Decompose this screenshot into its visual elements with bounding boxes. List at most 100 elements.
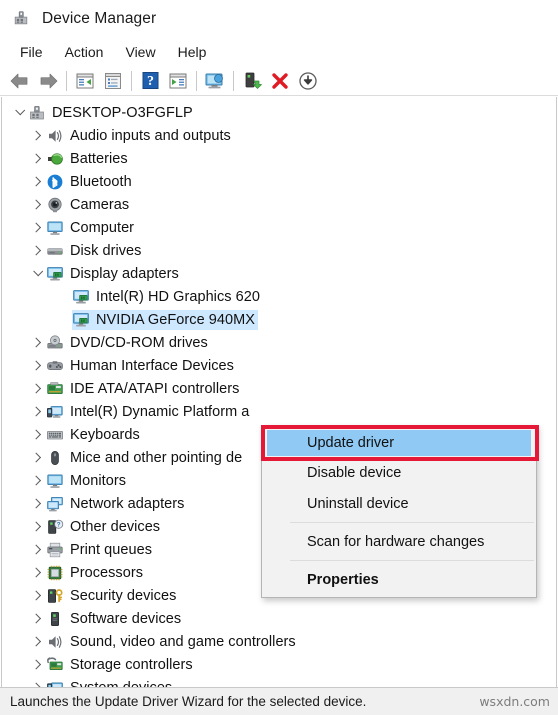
display-adapter-icon: [46, 265, 64, 283]
chevron-right-icon[interactable]: [28, 193, 46, 216]
tree-item[interactable]: System devices: [2, 676, 556, 687]
chevron-right-icon[interactable]: [28, 423, 46, 446]
disable-device-icon[interactable]: [294, 68, 322, 94]
tree-item-selected[interactable]: NVIDIA GeForce 940MX: [2, 308, 556, 331]
chevron-right-icon[interactable]: [28, 653, 46, 676]
chevron-right-icon[interactable]: [28, 377, 46, 400]
monitor-icon: [46, 472, 64, 490]
storage-controller-icon: [46, 656, 64, 674]
tree-item-label: System devices: [70, 680, 172, 688]
tree-item[interactable]: Intel(R) Dynamic Platform a: [2, 400, 556, 423]
computer-root-icon: [28, 104, 46, 122]
device-tree-panel[interactable]: DESKTOP-O3FGFLP Audio inputs and outputs B…: [1, 97, 557, 687]
chevron-right-icon[interactable]: [28, 331, 46, 354]
tree-item[interactable]: Display adapters: [2, 262, 556, 285]
chevron-down-icon[interactable]: [10, 101, 28, 124]
help-icon[interactable]: ?: [136, 68, 164, 94]
show-hide-action-pane-icon[interactable]: [164, 68, 192, 94]
chevron-right-icon[interactable]: [28, 630, 46, 653]
chevron-right-icon[interactable]: [28, 538, 46, 561]
menu-view[interactable]: View: [114, 42, 166, 62]
chevron-right-icon[interactable]: [28, 446, 46, 469]
window-title: Device Manager: [42, 10, 157, 27]
properties-icon[interactable]: [99, 68, 127, 94]
show-hide-console-tree-icon[interactable]: [71, 68, 99, 94]
tree-item[interactable]: DVD/CD-ROM drives: [2, 331, 556, 354]
scan-hardware-changes-icon[interactable]: [201, 68, 229, 94]
tree-item-label: NVIDIA GeForce 940MX: [96, 311, 255, 328]
tree-item[interactable]: Disk drives: [2, 239, 556, 262]
tree-item[interactable]: Sound, video and game controllers: [2, 630, 556, 653]
network-adapter-icon: [46, 495, 64, 513]
update-driver-icon[interactable]: [238, 68, 266, 94]
speaker-icon: [46, 633, 64, 651]
tree-item[interactable]: DESKTOP-O3FGFLP: [2, 101, 556, 124]
unknown-device-icon: ?: [46, 518, 64, 536]
tree-item[interactable]: Software devices: [2, 607, 556, 630]
context-menu-item-disable-device[interactable]: Disable device: [262, 457, 536, 488]
chevron-right-icon[interactable]: [28, 584, 46, 607]
tree-item[interactable]: Storage controllers: [2, 653, 556, 676]
hid-icon: [46, 357, 64, 375]
chevron-right-icon[interactable]: [28, 239, 46, 262]
menu-action[interactable]: Action: [54, 42, 115, 62]
menu-file[interactable]: File: [9, 42, 54, 62]
display-adapter-icon: [72, 288, 90, 306]
forward-arrow-icon[interactable]: [34, 68, 62, 94]
tree-item-content: Security devices: [46, 586, 179, 606]
chevron-right-icon[interactable]: [28, 607, 46, 630]
chevron-right-icon[interactable]: [28, 354, 46, 377]
battery-icon: [46, 150, 64, 168]
bluetooth-icon: [46, 173, 64, 191]
tree-item[interactable]: Human Interface Devices: [2, 354, 556, 377]
context-menu-item-properties[interactable]: Properties: [262, 564, 536, 595]
chevron-right-icon[interactable]: [28, 676, 46, 687]
device-context-menu[interactable]: Update driver Disable device Uninstall dev…: [261, 425, 539, 598]
processor-icon: [46, 564, 64, 582]
tree-item[interactable]: Cameras: [2, 193, 556, 216]
tree-item-content: DVD/CD-ROM drives: [46, 333, 211, 353]
title-bar: Device Manager: [0, 0, 558, 38]
tree-item-content: Print queues: [46, 540, 155, 560]
disk-drive-icon: [46, 242, 64, 260]
tree-item-label: DESKTOP-O3FGFLP: [52, 104, 193, 121]
tree-item[interactable]: Batteries: [2, 147, 556, 170]
tree-item-content: Audio inputs and outputs: [46, 126, 234, 146]
chevron-right-icon[interactable]: [28, 400, 46, 423]
svg-text:?: ?: [147, 74, 154, 89]
chevron-right-icon[interactable]: [28, 170, 46, 193]
tree-item[interactable]: Bluetooth: [2, 170, 556, 193]
tree-item-label: Storage controllers: [70, 656, 193, 673]
chevron-right-icon[interactable]: [28, 216, 46, 239]
chevron-right-icon[interactable]: [28, 492, 46, 515]
tree-item[interactable]: Computer: [2, 216, 556, 239]
menu-help[interactable]: Help: [167, 42, 218, 62]
back-arrow-icon[interactable]: [6, 68, 34, 94]
tree-item-label: Cameras: [70, 196, 130, 213]
watermark: wsxdn.com: [479, 694, 550, 709]
chevron-right-icon[interactable]: [28, 147, 46, 170]
uninstall-device-icon[interactable]: [266, 68, 294, 94]
speaker-icon: [46, 127, 64, 145]
svg-text:?: ?: [57, 521, 61, 528]
chevron-right-icon[interactable]: [28, 124, 46, 147]
tree-item[interactable]: Intel(R) HD Graphics 620: [2, 285, 556, 308]
tree-item[interactable]: IDE ATA/ATAPI controllers: [2, 377, 556, 400]
toolbar: ?: [0, 66, 558, 96]
security-device-icon: [46, 587, 64, 605]
context-menu-item-scan-for-hardware-changes[interactable]: Scan for hardware changes: [262, 526, 536, 557]
tree-item[interactable]: Audio inputs and outputs: [2, 124, 556, 147]
context-menu-item-uninstall-device[interactable]: Uninstall device: [262, 488, 536, 519]
menu-bar: File Action View Help: [0, 38, 558, 66]
tree-item-label: Intel(R) Dynamic Platform a: [70, 403, 250, 420]
chevron-right-icon[interactable]: [28, 561, 46, 584]
tree-item-label: Human Interface Devices: [70, 357, 234, 374]
context-menu-item-update-driver[interactable]: Update driver: [267, 430, 531, 456]
chevron-right-icon[interactable]: [28, 515, 46, 538]
chevron-down-icon[interactable]: [28, 262, 46, 285]
chevron-right-icon[interactable]: [28, 469, 46, 492]
display-adapter-icon: [72, 311, 90, 329]
tree-item-content: Computer: [46, 218, 137, 238]
ide-controller-icon: [46, 380, 64, 398]
